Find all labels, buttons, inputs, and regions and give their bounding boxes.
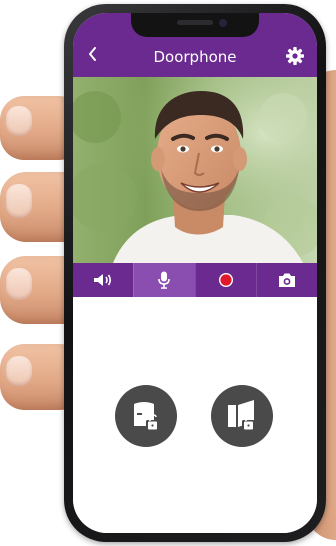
fingernail	[6, 356, 32, 386]
front-camera	[219, 19, 227, 27]
gear-icon	[286, 47, 304, 65]
video-feed[interactable]	[73, 77, 317, 263]
back-button[interactable]	[83, 47, 103, 67]
record-button[interactable]	[194, 263, 256, 297]
chevron-left-icon	[89, 47, 96, 61]
snapshot-button[interactable]	[255, 263, 317, 297]
earpiece	[177, 20, 213, 25]
microphone-icon	[158, 271, 171, 289]
open-door-button[interactable]	[211, 385, 273, 447]
open-gate-button[interactable]	[115, 385, 177, 447]
camera-icon	[278, 273, 295, 287]
settings-button[interactable]	[285, 46, 305, 66]
microphone-button[interactable]	[133, 263, 195, 297]
phone-notch	[131, 13, 259, 37]
actions-area	[73, 297, 317, 533]
fingernail	[6, 184, 32, 218]
visitor-photo	[73, 77, 317, 263]
fingernail	[6, 106, 32, 136]
product-photo: Doorphone	[0, 0, 336, 546]
page-title: Doorphone	[153, 48, 237, 66]
speaker-button[interactable]	[73, 263, 133, 297]
phone-screen: Doorphone	[73, 13, 317, 533]
call-controls	[73, 263, 317, 297]
fingernail	[6, 268, 32, 300]
smartphone: Doorphone	[64, 4, 326, 542]
gate-unlock-icon	[134, 402, 159, 431]
record-icon	[218, 273, 233, 287]
door-unlock-icon	[228, 400, 255, 431]
speaker-icon	[94, 274, 112, 286]
